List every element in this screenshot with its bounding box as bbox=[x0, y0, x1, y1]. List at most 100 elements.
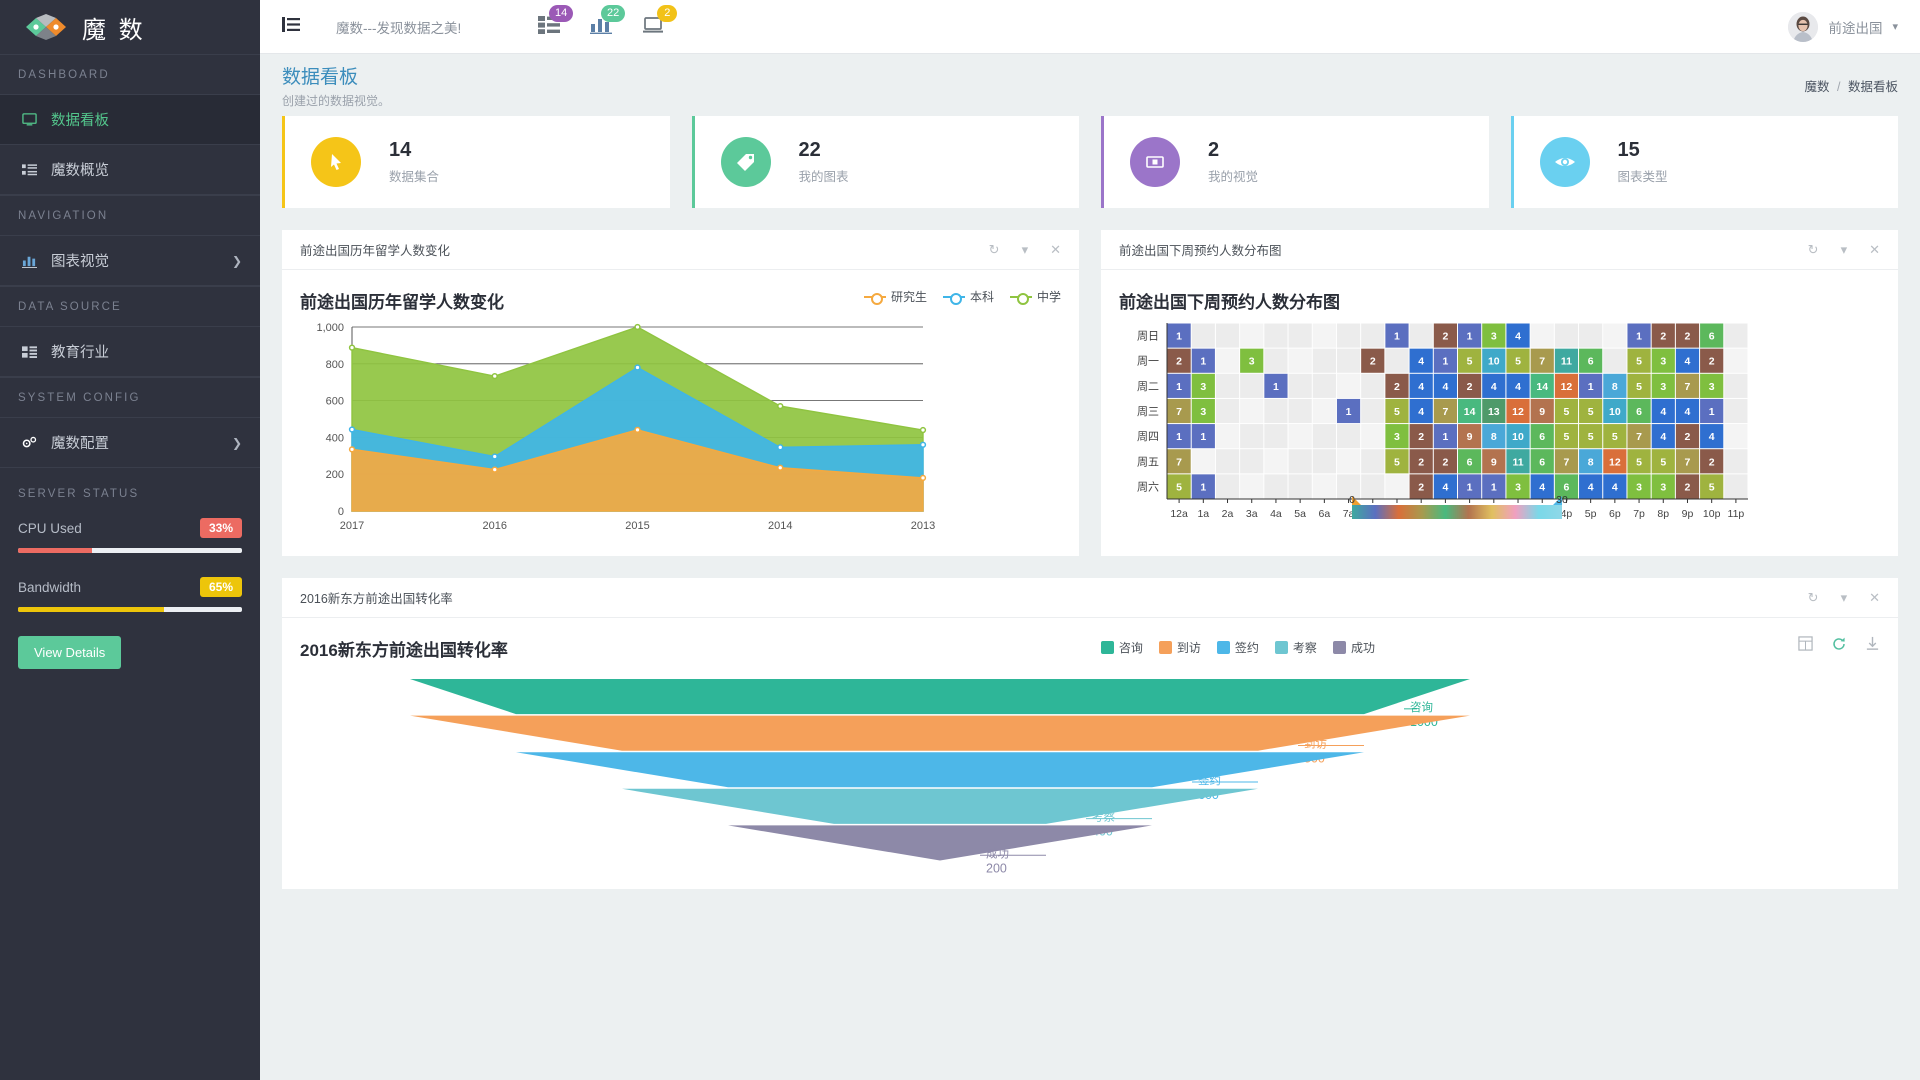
user-menu[interactable]: 前途出国 ▾ bbox=[1788, 11, 1898, 42]
breadcrumb: 魔数 / 数据看板 bbox=[1805, 76, 1898, 95]
breadcrumb-root[interactable]: 魔数 bbox=[1805, 80, 1830, 94]
charts-icon[interactable]: 22 bbox=[590, 5, 626, 37]
page-header: 数据看板 创建过的数据视觉。 魔数 / 数据看板 bbox=[260, 54, 1920, 116]
sidebar-item-dashboard[interactable]: 数据看板 bbox=[0, 95, 260, 145]
chart-header: 前途出国历年留学人数变化 研究生 本科 中学 bbox=[300, 288, 1061, 313]
stat-text: 22 我的图表 bbox=[799, 139, 849, 185]
svg-text:5: 5 bbox=[1612, 431, 1618, 443]
panel-area-chart: 前途出国历年留学人数变化 ↻ ▾ ✕ 前途出国历年留学人数变化 研究生 本科 中… bbox=[282, 230, 1079, 556]
svg-text:4: 4 bbox=[1442, 381, 1448, 393]
svg-text:2013: 2013 bbox=[911, 520, 935, 532]
sidebar-item-config[interactable]: 魔数配置 ❯ bbox=[0, 418, 260, 468]
svg-text:2: 2 bbox=[1467, 381, 1473, 393]
sidebar-toggle-icon[interactable] bbox=[282, 16, 300, 37]
legend-item[interactable]: 成功 bbox=[1332, 639, 1375, 656]
legend-item[interactable]: 到访 bbox=[1158, 639, 1201, 656]
brand[interactable]: 魔 数 bbox=[0, 0, 260, 54]
breadcrumb-separator: / bbox=[1837, 79, 1841, 94]
close-icon[interactable]: ✕ bbox=[1869, 242, 1880, 258]
svg-text:3a: 3a bbox=[1246, 508, 1258, 520]
svg-text:到访: 到访 bbox=[1304, 737, 1327, 750]
legend-marker bbox=[1100, 641, 1114, 654]
panel-body: 前途出国历年留学人数变化 研究生 本科 中学 0 200 400 600 800… bbox=[282, 270, 1079, 556]
legend-marker bbox=[863, 292, 886, 305]
svg-text:1: 1 bbox=[1176, 381, 1182, 393]
svg-text:1: 1 bbox=[1346, 406, 1352, 418]
svg-text:3: 3 bbox=[1636, 481, 1642, 493]
panel-body: 2016新东方前途出国转化率 咨询 到访 签约 考察 成功 咨询 到访 签约 考… bbox=[282, 618, 1898, 889]
svg-text:1: 1 bbox=[1636, 331, 1642, 343]
tag-icon bbox=[720, 137, 771, 187]
table-view-icon[interactable] bbox=[1798, 636, 1813, 655]
chart-legend: 研究生 本科 中学 bbox=[863, 288, 1061, 305]
collapse-icon[interactable]: ▾ bbox=[1841, 242, 1848, 258]
legend-marker bbox=[942, 292, 965, 305]
legend-item[interactable]: 本科 bbox=[942, 288, 994, 305]
collapse-icon[interactable]: ▾ bbox=[1022, 242, 1029, 258]
chevron-down-icon: ▾ bbox=[1892, 21, 1898, 33]
refresh-icon[interactable]: ↻ bbox=[1808, 590, 1819, 606]
svg-text:2: 2 bbox=[1442, 456, 1448, 468]
svg-text:6p: 6p bbox=[1609, 508, 1621, 520]
legend-marker bbox=[1274, 641, 1288, 654]
sidebar: 魔 数 DASHBOARD 数据看板 魔数概览 NAVIGATION 图表视觉 … bbox=[0, 0, 260, 1080]
money-icon bbox=[1130, 137, 1180, 187]
refresh-icon[interactable]: ↻ bbox=[1808, 242, 1819, 258]
close-icon[interactable]: ✕ bbox=[1050, 242, 1061, 258]
panel-header: 2016新东方前途出国转化率 ↻ ▾ ✕ bbox=[282, 578, 1898, 618]
legend-item[interactable]: 签约 bbox=[1216, 639, 1259, 656]
svg-text:4: 4 bbox=[1515, 381, 1521, 393]
svg-text:4: 4 bbox=[1442, 481, 1448, 493]
svg-text:1: 1 bbox=[1200, 481, 1206, 493]
svg-text:9: 9 bbox=[1539, 406, 1545, 418]
legend-item[interactable]: 研究生 bbox=[863, 288, 927, 305]
stat-text: 14 数据集合 bbox=[389, 139, 439, 185]
status-badge: 33% bbox=[199, 518, 242, 538]
svg-text:5: 5 bbox=[1467, 356, 1473, 368]
datasets-badge: 14 bbox=[549, 5, 574, 22]
svg-text:2: 2 bbox=[1418, 431, 1424, 443]
stat-card-datasets[interactable]: 14 数据集合 bbox=[282, 116, 670, 208]
svg-text:3: 3 bbox=[1709, 381, 1715, 393]
stat-card-charts[interactable]: 22 我的图表 bbox=[691, 116, 1079, 208]
svg-text:8p: 8p bbox=[1657, 508, 1669, 520]
legend-item[interactable]: 中学 bbox=[1009, 288, 1061, 305]
close-icon[interactable]: ✕ bbox=[1869, 590, 1880, 606]
stat-text: 2 我的视觉 bbox=[1208, 139, 1258, 185]
view-details-button[interactable]: View Details bbox=[18, 636, 122, 669]
legend-marker bbox=[1216, 641, 1230, 654]
datasets-icon[interactable]: 14 bbox=[538, 5, 574, 37]
refresh-icon[interactable]: ↻ bbox=[989, 242, 1000, 258]
svg-text:周一: 周一 bbox=[1137, 355, 1159, 368]
svg-text:5: 5 bbox=[1588, 431, 1594, 443]
svg-text:3: 3 bbox=[1515, 481, 1521, 493]
svg-text:2: 2 bbox=[1660, 331, 1666, 343]
svg-text:2: 2 bbox=[1418, 481, 1424, 493]
legend-item[interactable]: 咨询 bbox=[1100, 639, 1143, 656]
status-label: CPU Used bbox=[18, 520, 82, 536]
legend-item[interactable]: 考察 bbox=[1274, 639, 1317, 656]
collapse-icon[interactable]: ▾ bbox=[1841, 590, 1848, 606]
svg-text:5: 5 bbox=[1636, 456, 1642, 468]
download-icon[interactable] bbox=[1865, 636, 1880, 655]
reload-icon[interactable] bbox=[1831, 636, 1847, 655]
views-icon[interactable]: 2 bbox=[642, 5, 678, 37]
stat-cards: 14 数据集合 22 我的图表 2 我的视觉 15 图表类型 bbox=[282, 116, 1898, 208]
sidebar-item-overview[interactable]: 魔数概览 bbox=[0, 145, 260, 195]
svg-text:5: 5 bbox=[1636, 356, 1642, 368]
stat-card-views[interactable]: 2 我的视觉 bbox=[1101, 116, 1489, 208]
sidebar-item-charts[interactable]: 图表视觉 ❯ bbox=[0, 236, 260, 286]
svg-text:2: 2 bbox=[1709, 456, 1715, 468]
sidebar-item-education[interactable]: 教育行业 bbox=[0, 327, 260, 377]
svg-text:7: 7 bbox=[1176, 406, 1182, 418]
svg-text:6: 6 bbox=[1539, 431, 1545, 443]
svg-text:1: 1 bbox=[1394, 331, 1400, 343]
svg-text:6: 6 bbox=[1588, 356, 1594, 368]
avatar bbox=[1788, 11, 1819, 42]
stat-card-charttypes[interactable]: 15 图表类型 bbox=[1510, 116, 1898, 208]
svg-text:1: 1 bbox=[1200, 356, 1206, 368]
svg-text:5: 5 bbox=[1564, 406, 1570, 418]
svg-text:4: 4 bbox=[1660, 431, 1666, 443]
svg-text:9p: 9p bbox=[1682, 508, 1694, 520]
legend-label: 到访 bbox=[1176, 641, 1201, 655]
